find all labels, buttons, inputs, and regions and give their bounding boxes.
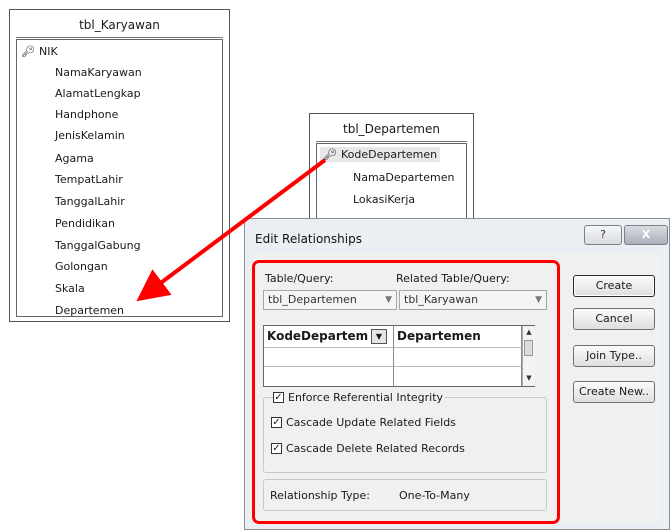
relationship-arrow bbox=[136, 158, 327, 302]
arrow-line bbox=[136, 158, 327, 302]
